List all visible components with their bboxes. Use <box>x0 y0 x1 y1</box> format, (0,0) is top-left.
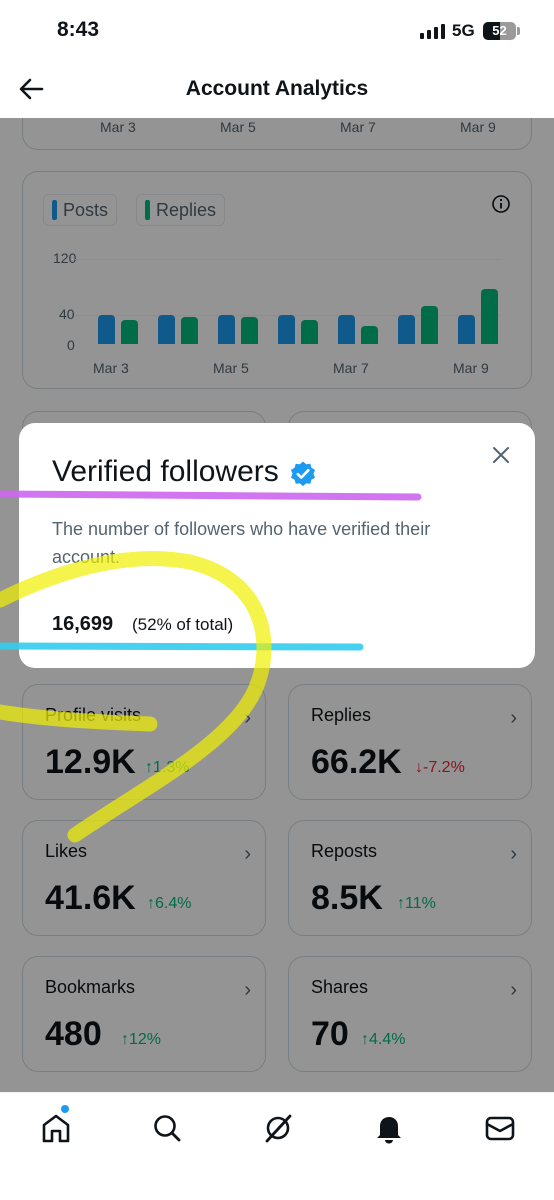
page-title: Account Analytics <box>185 77 369 100</box>
nav-search[interactable] <box>150 1111 184 1145</box>
verified-followers-popup: Verified followers The number of followe… <box>19 423 535 668</box>
verified-badge-icon <box>291 461 315 487</box>
bottom-navigation <box>0 1092 554 1200</box>
app-header: Account Analytics <box>0 60 554 118</box>
home-icon <box>42 1114 70 1143</box>
nav-home[interactable] <box>39 1105 73 1145</box>
close-icon[interactable] <box>489 443 513 467</box>
signal-icon <box>420 24 445 39</box>
nav-grok[interactable] <box>261 1111 295 1145</box>
verified-follower-percent: (52% of total) <box>132 615 234 634</box>
battery-icon: 52 <box>483 22 516 40</box>
popup-description: The number of followers who have verifie… <box>52 519 431 567</box>
battery-level: 52 <box>492 23 507 38</box>
battery-tip <box>517 27 520 35</box>
grok-icon <box>265 1114 292 1143</box>
search-icon <box>154 1115 181 1142</box>
status-bar: 8:43 5G 52 <box>0 0 554 60</box>
nav-notifications[interactable] <box>372 1111 406 1145</box>
status-time: 8:43 <box>57 18 100 41</box>
messages-envelope-icon <box>485 1116 515 1141</box>
notification-dot <box>61 1105 69 1113</box>
popup-title: Verified followers <box>52 455 279 488</box>
verified-follower-count: 16,699 <box>52 613 114 635</box>
notifications-bell-icon <box>377 1117 401 1144</box>
network-label: 5G <box>452 21 475 40</box>
nav-messages[interactable] <box>483 1111 517 1145</box>
